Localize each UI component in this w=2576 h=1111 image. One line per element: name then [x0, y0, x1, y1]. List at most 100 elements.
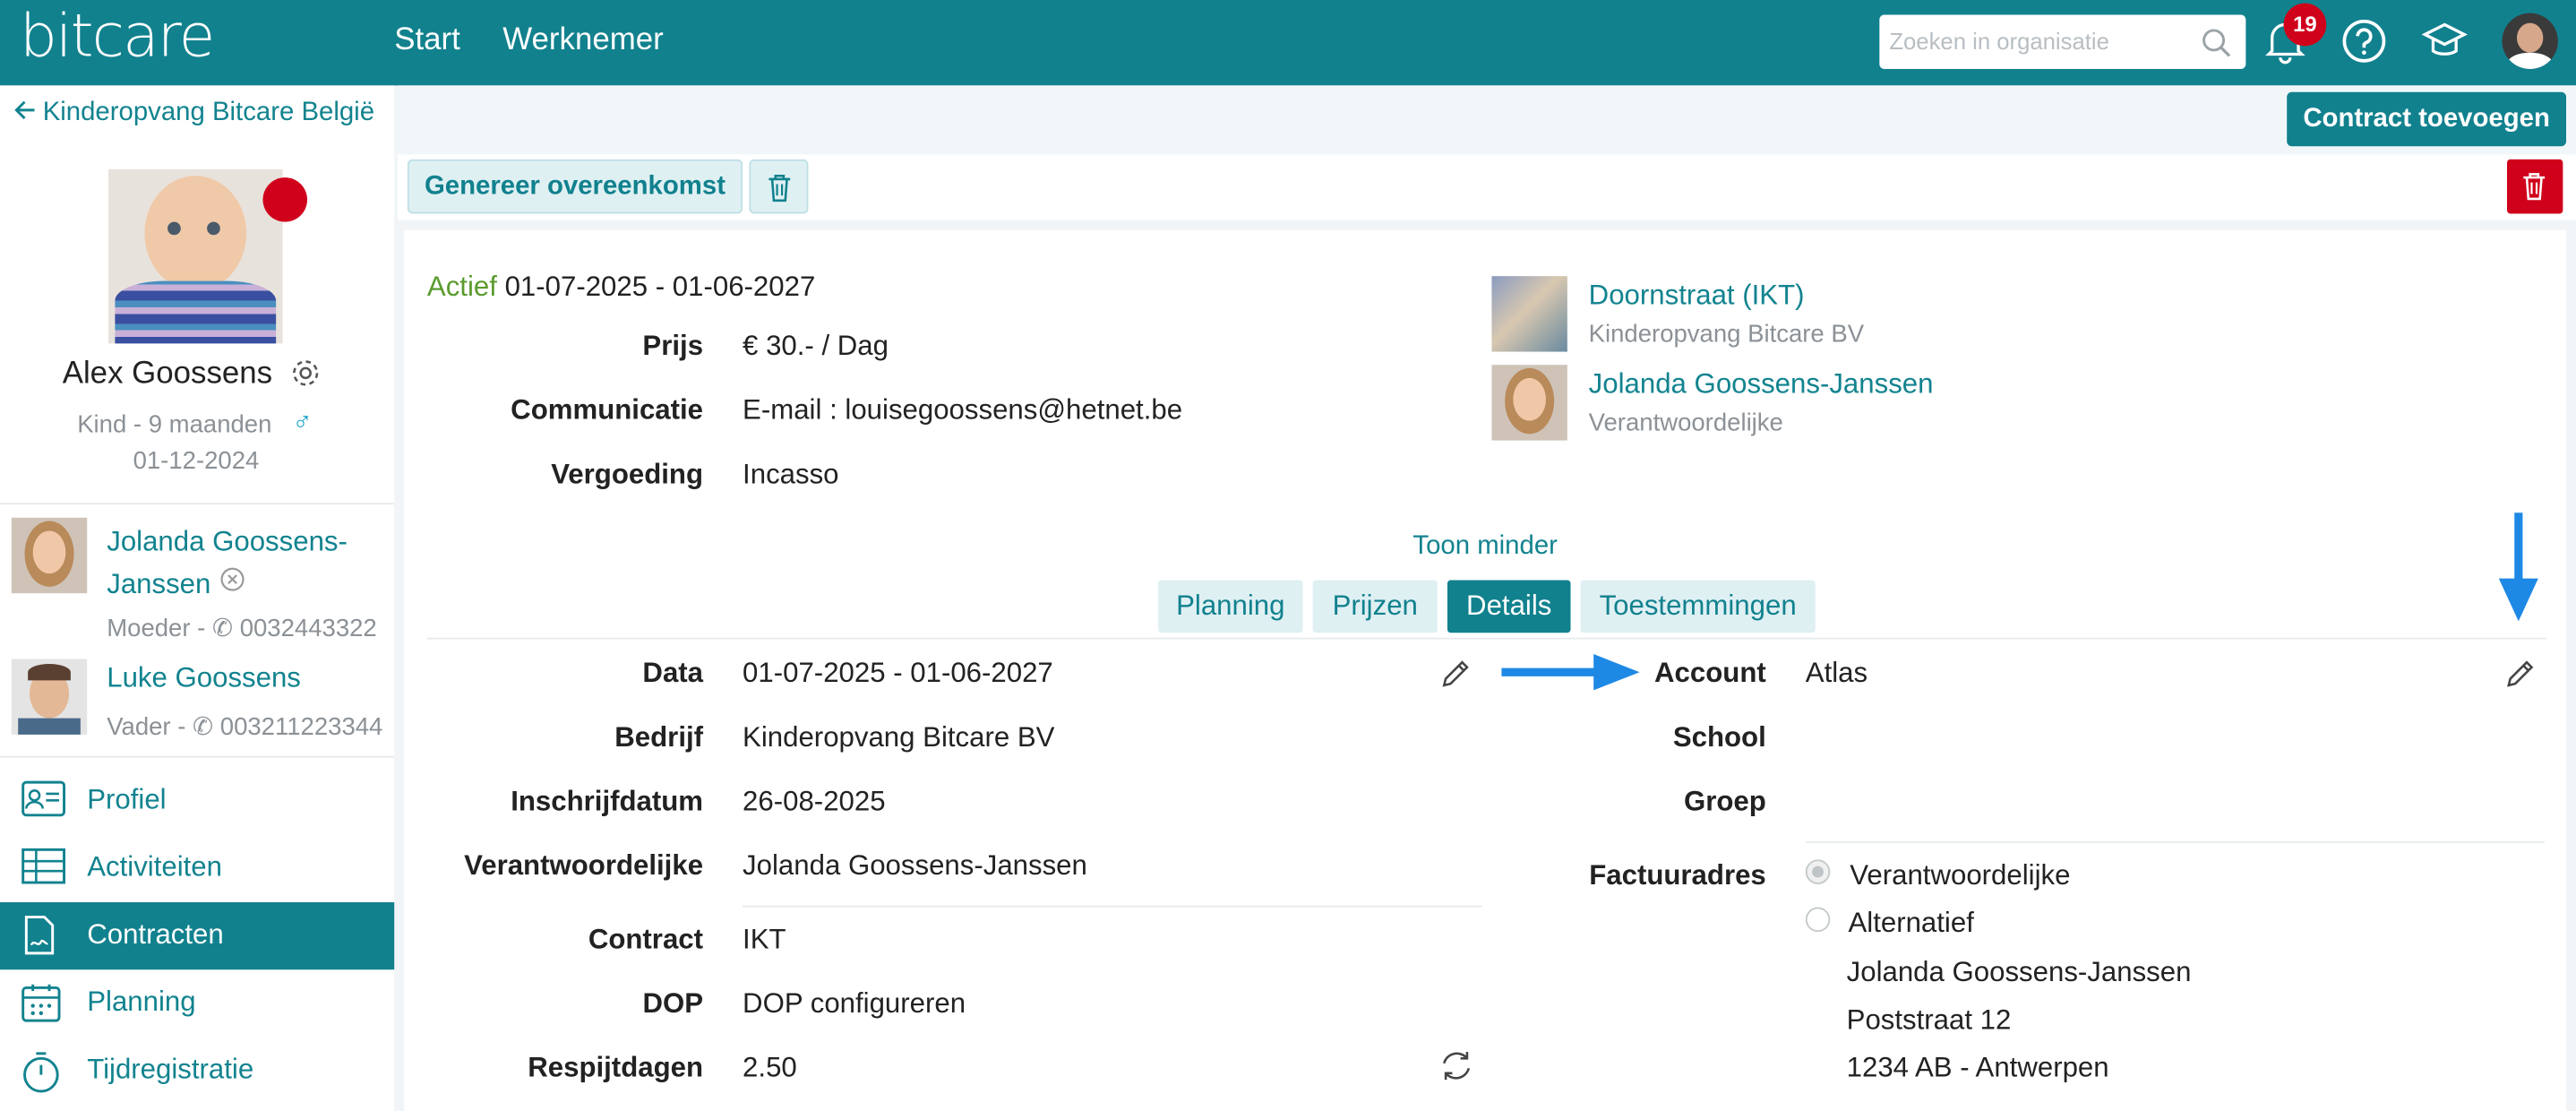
- divider: [426, 637, 2547, 640]
- back-link-label: Kinderopvang Bitcare België: [42, 99, 375, 127]
- calendar-icon: [21, 984, 61, 1022]
- parent-avatar: [11, 517, 88, 594]
- arrow-left-icon: [14, 100, 35, 120]
- search-input[interactable]: Zoeken in organisatie: [1879, 14, 2246, 70]
- inschrijfdatum-label: Inschrijfdatum: [511, 785, 704, 817]
- nav-werknemer[interactable]: Werknemer: [502, 23, 663, 59]
- graduation-cap-icon[interactable]: [2421, 18, 2468, 64]
- search-icon[interactable]: [2202, 28, 2231, 57]
- account-label: Account: [1654, 657, 1766, 689]
- location-photo: [1491, 276, 1567, 352]
- phone-icon: ✆: [211, 615, 240, 643]
- prijs-label: Prijs: [642, 330, 704, 362]
- radio-alternatief-label: Alternatief: [1848, 907, 1974, 939]
- child-name: Alex Goossens: [62, 357, 273, 392]
- tab-prijzen[interactable]: Prijzen: [1312, 580, 1438, 633]
- communicatie-label: Communicatie: [511, 394, 704, 426]
- parent-avatar: [11, 659, 88, 735]
- stopwatch-icon: [23, 1052, 59, 1093]
- responsible-avatar: [1491, 365, 1567, 441]
- top-bar: bitcare Start Werknemer Zoeken in organi…: [0, 0, 2576, 86]
- menu-contracten[interactable]: Contracten: [0, 902, 395, 970]
- vergoeding-value: Incasso: [743, 458, 839, 490]
- location-org: Kinderopvang Bitcare BV: [1588, 320, 1865, 349]
- delete-contract-button[interactable]: [2506, 159, 2563, 214]
- back-link[interactable]: Kinderopvang Bitcare België: [13, 99, 374, 128]
- child-birthdate: 01-12-2024: [133, 446, 260, 476]
- pencil-icon[interactable]: [1441, 658, 1473, 689]
- tab-toestemmingen[interactable]: Toestemmingen: [1580, 580, 1816, 633]
- add-contract-button[interactable]: Contract toevoegen: [2287, 91, 2567, 147]
- trash-icon: [2523, 173, 2546, 201]
- vergoeding-label: Vergoeding: [551, 458, 704, 490]
- child-photo: [108, 168, 283, 344]
- bitcare-logo[interactable]: bitcare: [20, 4, 215, 71]
- help-icon[interactable]: [2341, 18, 2387, 64]
- close-circle-icon[interactable]: [220, 567, 245, 592]
- status-active: Actief: [426, 271, 497, 303]
- address-line-name: Jolanda Goossens-Janssen: [1846, 956, 2192, 988]
- school-label: School: [1672, 721, 1766, 754]
- responsible-name[interactable]: Jolanda Goossens-Janssen: [1589, 368, 1934, 401]
- dop-label: DOP: [642, 987, 704, 1020]
- contract-period: 01-07-2025 - 01-06-2027: [504, 271, 816, 303]
- pencil-icon[interactable]: [2505, 658, 2537, 689]
- tab-planning[interactable]: Planning: [1158, 580, 1303, 633]
- notification-badge: 19: [2283, 3, 2327, 47]
- address-line-city: 1234 AB - Antwerpen: [1846, 1051, 2109, 1083]
- search-placeholder: Zoeken in organisatie: [1889, 28, 2109, 55]
- contract-label: Contract: [588, 923, 704, 955]
- divider: [0, 503, 395, 505]
- data-value: 01-07-2025 - 01-06-2027: [743, 657, 1053, 689]
- id-card-icon: [21, 780, 66, 817]
- tab-details[interactable]: Details: [1447, 580, 1571, 633]
- parent-name-father[interactable]: Luke Goossens: [107, 662, 301, 695]
- dop-configure-link[interactable]: DOP configureren: [743, 987, 966, 1021]
- radio-alternatief[interactable]: [1805, 907, 1831, 933]
- trash-icon: [769, 174, 791, 202]
- document-icon: [24, 916, 55, 955]
- parent-role-phone: Vader - ✆ 003211223344: [107, 713, 383, 742]
- contract-value: IKT: [743, 923, 786, 955]
- verantwoordelijke-label: Verantwoordelijke: [464, 849, 704, 882]
- refresh-icon[interactable]: [1439, 1048, 1474, 1083]
- contract-status-period: Actief 01-07-2025 - 01-06-2027: [427, 271, 815, 305]
- parent-role-phone: Moeder - ✆ 0032443322: [107, 615, 377, 643]
- menu-profiel[interactable]: Profiel: [0, 768, 394, 835]
- menu-planning[interactable]: Planning: [0, 969, 394, 1037]
- gear-icon[interactable]: [289, 357, 322, 390]
- inschrijfdatum-value: 26-08-2025: [743, 785, 886, 817]
- table-icon: [21, 848, 66, 884]
- user-avatar[interactable]: [2502, 13, 2558, 70]
- child-type-age: Kind - 9 maanden: [77, 410, 272, 439]
- radio-verantwoordelijke[interactable]: [1805, 859, 1831, 884]
- divider: [0, 755, 395, 758]
- contract-card: [404, 229, 2567, 1111]
- account-value: Atlas: [1805, 657, 1868, 689]
- respijtdagen-label: Respijtdagen: [528, 1051, 704, 1083]
- status-dot: [262, 177, 307, 222]
- phone-icon: ✆: [193, 713, 220, 742]
- radio-verantwoordelijke-label: Verantwoordelijke: [1850, 859, 2071, 891]
- header-strip: [397, 85, 2576, 155]
- divider: [1805, 841, 2546, 843]
- generate-agreement-button[interactable]: Genereer overeenkomst: [407, 159, 743, 214]
- delete-document-button[interactable]: [749, 159, 809, 214]
- address-line-street: Poststraat 12: [1846, 1003, 2012, 1036]
- factuuradres-label: Factuuradres: [1589, 859, 1766, 891]
- prijs-value: € 30.- / Dag: [743, 330, 889, 362]
- arrow-down-annotation: [2498, 512, 2538, 622]
- divider: [743, 905, 1482, 908]
- toggle-less-link[interactable]: Toon minder: [1413, 532, 1557, 562]
- bedrijf-label: Bedrijf: [614, 721, 704, 754]
- groep-label: Groep: [1683, 785, 1766, 817]
- location-name[interactable]: Doornstraat (IKT): [1589, 280, 1805, 313]
- male-icon: ♂: [292, 409, 313, 437]
- responsible-role: Verantwoordelijke: [1588, 409, 1783, 437]
- menu-activiteiten[interactable]: Activiteiten: [0, 835, 394, 902]
- data-label: Data: [642, 657, 704, 689]
- menu-tijdregistratie[interactable]: Tijdregistratie: [0, 1037, 394, 1104]
- verantwoordelijke-value: Jolanda Goossens-Janssen: [743, 849, 1087, 882]
- parent-name-mother[interactable]: Jolanda Goossens- Janssen: [107, 521, 348, 606]
- nav-start[interactable]: Start: [394, 23, 460, 59]
